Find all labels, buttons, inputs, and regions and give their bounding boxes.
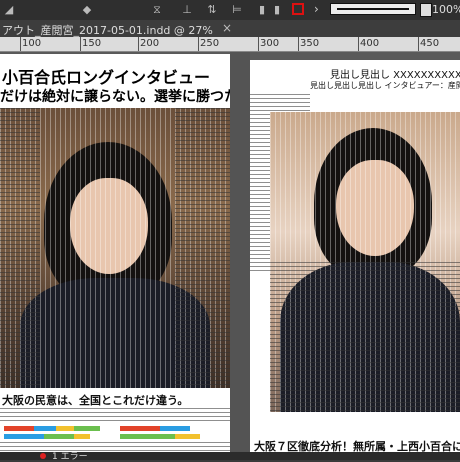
text-column <box>175 108 230 388</box>
ruler-mark: 250 <box>200 38 220 49</box>
chart-bar <box>56 426 74 431</box>
ruler-mark: 200 <box>140 38 160 49</box>
align-icon[interactable]: ⊥ <box>180 3 194 17</box>
text-column <box>0 442 230 452</box>
horizontal-ruler[interactable]: 100 150 200 250 300 350 400 450 <box>0 37 460 52</box>
control-toolbar: ◢ ◆ ⧖ ⊥ ⇅ ⊨ ▮ ▮ › 100% <box>0 0 460 21</box>
ruler-tick <box>258 37 259 51</box>
ruler-tick <box>20 37 21 51</box>
left-page[interactable]: 小百合氏ロングインタビュー だけは絶対に譲らない。選挙に勝つために 大阪の民意は… <box>0 54 230 452</box>
ruler-mark: 400 <box>360 38 380 49</box>
ruler-tick <box>298 37 299 51</box>
chart-bar <box>74 434 90 439</box>
pasteboard-canvas[interactable]: 小百合氏ロングインタビュー だけは絶対に譲らない。選挙に勝つために 大阪の民意は… <box>0 52 460 452</box>
spread-gutter <box>230 52 250 452</box>
left-headline-1: 小百合氏ロングインタビュー <box>2 68 211 87</box>
document-tab[interactable]: アウト_産閲宮_2017-05-01.indd @ 27% × <box>0 20 460 38</box>
left-headline-2: だけは絶対に譲らない。選挙に勝つために <box>0 89 230 105</box>
ruler-mark: 450 <box>420 38 440 49</box>
chart-bar <box>175 434 200 439</box>
fill-square-icon[interactable] <box>420 3 432 17</box>
ruler-tick <box>418 37 419 51</box>
right-portrait-photo[interactable] <box>270 112 460 412</box>
bar-icon-2[interactable]: ▮ <box>270 3 284 17</box>
left-portrait-photo[interactable] <box>0 108 230 388</box>
bar-icon[interactable]: ▮ <box>255 3 269 17</box>
chart-bar <box>44 434 74 439</box>
chart-bar <box>120 434 175 439</box>
align-vertical-icon[interactable]: ⇅ <box>205 3 219 17</box>
ruler-tick <box>80 37 81 51</box>
ruler-mark: 350 <box>300 38 320 49</box>
fill-icon[interactable]: ◆ <box>80 3 94 17</box>
space-icon[interactable]: ⊨ <box>230 3 244 17</box>
status-bar: 1 エラー <box>0 449 460 462</box>
stroke-color-swatch[interactable] <box>292 3 304 15</box>
error-indicator-icon[interactable] <box>40 453 46 459</box>
right-headline: 見出し見出し XXXXXXXXXXXXX <box>330 70 460 81</box>
ruler-mark: 100 <box>22 38 42 49</box>
left-bottom-headline: 大阪の民意は、全国とこれだけ違う。 <box>2 394 189 407</box>
ruler-tick <box>138 37 139 51</box>
right-bottom-headline: 大阪７区徹底分析！無所属・上西小百合に勝機 <box>254 440 460 452</box>
chart-bar <box>120 426 160 431</box>
ruler-mark: 300 <box>260 38 280 49</box>
chart-bar <box>34 426 56 431</box>
close-tab-icon[interactable]: × <box>222 21 232 35</box>
right-subline: 見出し見出し見出し インタビュアー：産閲宮ガレイ 宇都宮華 <box>310 81 460 90</box>
error-count[interactable]: 1 エラー <box>52 449 88 462</box>
chart-bar <box>4 434 44 439</box>
zoom-field[interactable]: 100% <box>432 3 460 16</box>
text-column <box>0 108 40 388</box>
distribute-icon[interactable]: ⧖ <box>150 3 164 17</box>
ruler-tick <box>358 37 359 51</box>
text-column <box>0 408 230 422</box>
text-column <box>270 262 460 412</box>
chart-bar <box>4 426 34 431</box>
align-left-icon[interactable]: ◢ <box>2 3 16 17</box>
chart-bar <box>74 426 100 431</box>
right-page[interactable]: 見出し見出し XXXXXXXXXXXXX 見出し見出し見出し インタビュアー：産… <box>250 60 460 452</box>
stroke-style-dropdown[interactable] <box>330 3 416 15</box>
chart-bar <box>160 426 190 431</box>
chevron-right-icon[interactable]: › <box>314 2 319 16</box>
document-title: アウト_産閲宮_2017-05-01.indd @ 27% <box>2 24 213 37</box>
ruler-tick <box>198 37 199 51</box>
ruler-mark: 150 <box>82 38 102 49</box>
